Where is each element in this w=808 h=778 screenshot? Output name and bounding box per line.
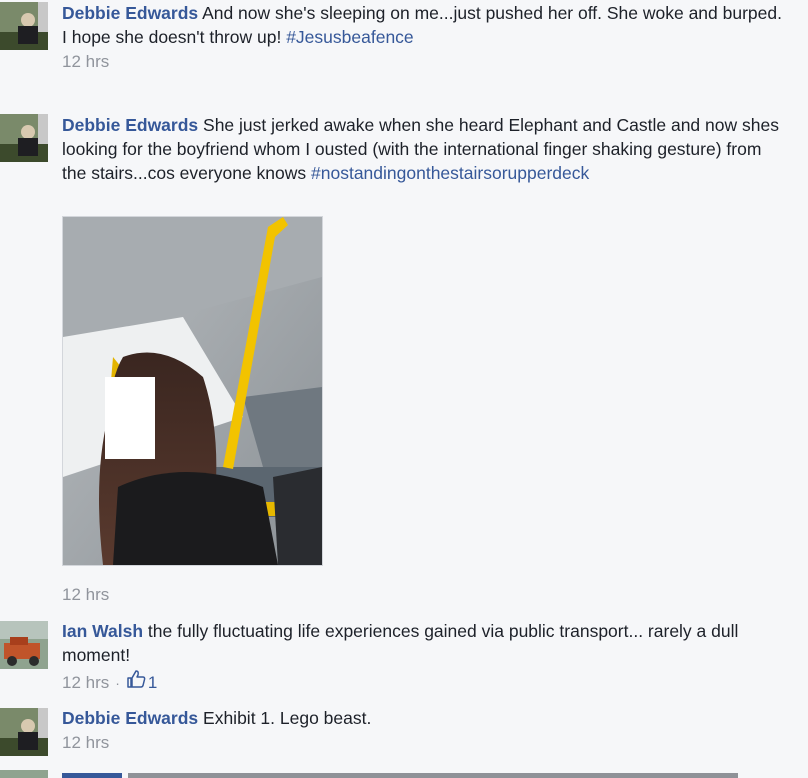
avatar-debbie[interactable] [0, 114, 48, 162]
comment-timestamp[interactable]: 12 hrs [62, 732, 109, 754]
comment-timestamp[interactable]: 12 hrs [62, 672, 109, 694]
comment-timestamp[interactable]: 12 hrs [62, 585, 109, 604]
avatar-debbie[interactable] [0, 2, 48, 50]
attached-photo[interactable] [62, 216, 323, 566]
comment-text: And now she's sleeping on me...just push… [202, 3, 782, 23]
avatar-debbie[interactable] [0, 708, 48, 756]
like-count[interactable]: 1 [126, 669, 157, 696]
hashtag-link[interactable]: #nostandingonthestairsorupperdeck [311, 163, 589, 183]
thumbs-up-icon [126, 669, 148, 696]
comment-text: Exhibit 1. Lego beast. [203, 708, 372, 728]
comment-timestamp[interactable]: 12 hrs [62, 51, 109, 73]
meta-separator: · [115, 674, 120, 691]
next-comment-partial [0, 770, 808, 778]
comment-author[interactable]: Debbie Edwards [62, 708, 198, 728]
comment-author[interactable]: Debbie Edwards [62, 115, 198, 135]
comment-author[interactable]: Debbie Edwards [62, 3, 198, 23]
comment-text-line2: I hope she doesn't throw up! [62, 27, 282, 47]
comment-author[interactable]: Ian Walsh [62, 621, 143, 641]
avatar-ian[interactable] [0, 621, 48, 669]
hashtag-link[interactable]: #Jesusbeafence [286, 27, 413, 47]
comment-text: the fully fluctuating life experiences g… [62, 621, 739, 665]
like-count-value: 1 [147, 672, 158, 692]
